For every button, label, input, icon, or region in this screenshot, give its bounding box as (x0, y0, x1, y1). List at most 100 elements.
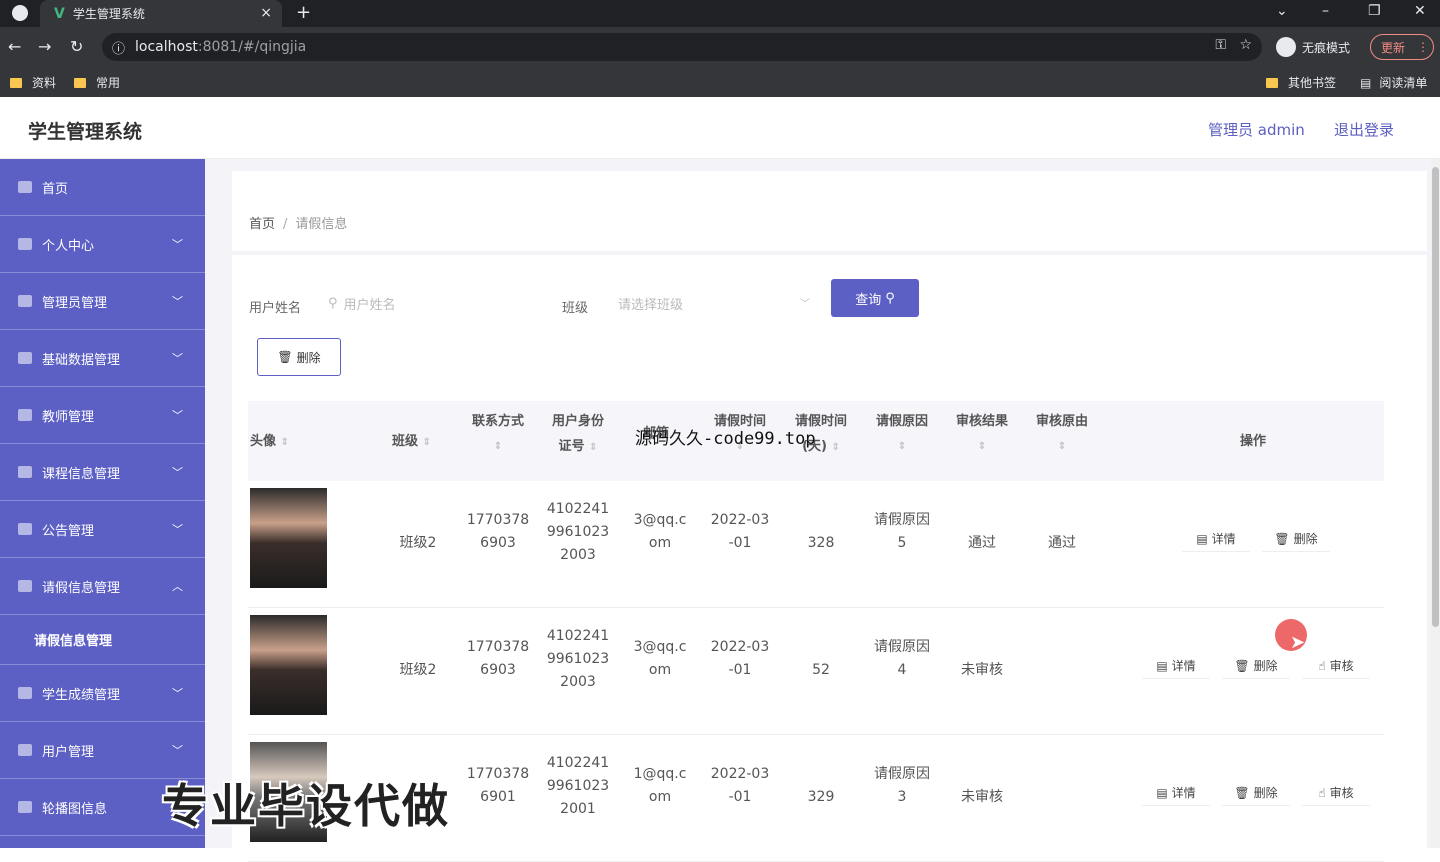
delete-button[interactable]: 🗑 删除 (1222, 653, 1290, 679)
thumb-up-icon: ☝ (1318, 785, 1326, 800)
site-info-icon[interactable]: ⓘ (112, 38, 125, 57)
app-header: 学生管理系统 管理员 admin 退出登录 (0, 97, 1440, 159)
sort-icon: ⇕ (422, 437, 431, 448)
header-result[interactable]: 审核结果 ⇕ (950, 409, 1014, 459)
sidebar-item-course[interactable]: 课程信息管理 ﹀ (0, 444, 205, 501)
key-icon[interactable]: ⚿ (1215, 37, 1226, 53)
restore-icon[interactable]: ❐ (1368, 3, 1381, 19)
admin-user-link[interactable]: 管理员 admin (1208, 119, 1305, 140)
query-button-label: 查询 (855, 292, 882, 308)
sort-icon: ⇕ (831, 442, 840, 453)
new-tab-button[interactable]: + (296, 2, 311, 23)
bookmarks-bar: 资料 常用 其他书签 ▤ 阅读清单 (0, 67, 1440, 97)
cell-phone: 1770378 6901 (466, 763, 530, 809)
cell-date: 2022-03 -01 (708, 763, 772, 809)
trash-icon: 🗑 (1234, 658, 1250, 673)
bookmark-star-icon[interactable]: ☆ (1239, 37, 1252, 53)
teacher-icon (18, 409, 32, 421)
delete-button[interactable]: 🗑 删除 (1262, 526, 1330, 552)
scrollbar-thumb[interactable] (1432, 167, 1439, 627)
cell-text: 3@qq.c (633, 639, 687, 655)
sidebar-item-teacher[interactable]: 教师管理 ﹀ (0, 387, 205, 444)
delete-button[interactable]: 🗑 删除 (1222, 780, 1290, 806)
tab-close-icon[interactable]: × (260, 5, 272, 21)
page-scrollbar[interactable] (1431, 159, 1440, 848)
header-class[interactable]: 班级 ⇕ (392, 429, 431, 455)
bookmark-folder-1[interactable]: 资料 (10, 74, 56, 91)
sidebar-item-base-data[interactable]: 基础数据管理 ﹀ (0, 330, 205, 387)
trash-icon: 🗑 (277, 350, 293, 364)
browser-tab[interactable]: V 学生管理系统 × (40, 0, 282, 27)
minimize-icon[interactable]: – (1322, 3, 1329, 19)
sidebar-item-grades[interactable]: 学生成绩管理 ﹀ (0, 665, 205, 722)
cell-email: 3@qq.c om (628, 509, 692, 555)
sidebar-subitem-leave-management[interactable]: 请假信息管理 (0, 615, 205, 665)
folder-icon (74, 77, 86, 88)
cell-text: 1770378 (466, 766, 530, 782)
cell-idcard: 4102241 9961023 2003 (546, 625, 610, 694)
table-row: 班级2 1770378 6903 4102241 9961023 2003 3@qq.… (248, 608, 1384, 735)
update-button[interactable]: 更新 ⋮ (1370, 34, 1434, 60)
detail-button[interactable]: ▤ 详情 (1142, 780, 1210, 806)
sidebar-item-label: 基础数据管理 (42, 352, 121, 368)
name-search-placeholder: 用户姓名 (343, 297, 396, 313)
carousel-icon (18, 801, 32, 813)
browser-tab-bar: V 学生管理系统 × + ⌄ – ❐ ✕ (0, 0, 1440, 27)
chevron-down-icon: ﹀ (172, 744, 183, 757)
batch-delete-label: 删除 (296, 350, 321, 365)
forward-icon[interactable]: → (38, 37, 51, 56)
breadcrumb-container: 首页 / 请假信息 (232, 171, 1427, 251)
header-why[interactable]: 审核原由 ⇕ (1030, 409, 1094, 459)
incognito-indicator[interactable]: 无痕模式 (1276, 37, 1350, 57)
sort-icon: ⇕ (589, 442, 598, 453)
mouse-cursor-icon: ➤ (1290, 632, 1306, 653)
tab-search-icon[interactable]: ⌄ (1276, 3, 1288, 19)
sidebar-item-personal-center[interactable]: 个人中心 ﹀ (0, 216, 205, 273)
document-icon: ▤ (1156, 658, 1168, 673)
cell-days: 328 (807, 535, 835, 551)
cell-reason: 请假原因 3 (870, 763, 934, 809)
header-avatar[interactable]: 头像 ⇕ (250, 429, 289, 455)
batch-delete-button[interactable]: 🗑 删除 (257, 338, 341, 376)
bookmark-label: 资料 (32, 76, 57, 90)
cell-reason: 请假原因 4 (870, 636, 934, 682)
review-button[interactable]: ☝ 审核 (1302, 653, 1370, 679)
cell-text: 1770378 (466, 639, 530, 655)
detail-button[interactable]: ▤ 详情 (1142, 653, 1210, 679)
detail-button[interactable]: ▤ 详情 (1182, 526, 1250, 552)
review-button[interactable]: ☝ 审核 (1302, 780, 1370, 806)
tab-title: 学生管理系统 (72, 7, 145, 21)
sidebar-item-label: 个人中心 (42, 238, 95, 254)
cell-text: 2022-03 (710, 766, 770, 782)
url-input[interactable]: ⓘ localhost :8081/#/qingjia ⚿ ☆ (102, 33, 1262, 61)
data-icon (18, 352, 32, 364)
name-search-input[interactable]: ⚲ 用户姓名 (328, 285, 528, 321)
sidebar-item-leave[interactable]: 请假信息管理 ︿ (0, 558, 205, 615)
back-icon[interactable]: ← (8, 37, 21, 56)
cell-text: 请假原因 (874, 766, 930, 782)
op-label: 删除 (1293, 532, 1318, 546)
class-select[interactable]: 请选择班级 ﹀ (618, 285, 810, 321)
incognito-icon (1276, 37, 1296, 57)
cell-text: 2001 (560, 801, 596, 817)
header-reason[interactable]: 请假原因 ⇕ (870, 409, 934, 459)
name-filter-label: 用户姓名 (249, 301, 302, 316)
header-contact[interactable]: 联系方式 ⇕ (466, 409, 530, 459)
logout-link[interactable]: 退出登录 (1334, 119, 1394, 140)
query-button[interactable]: 查询 ⚲ (831, 279, 919, 317)
search-icon: ⚲ (885, 290, 895, 306)
sidebar-item-notice[interactable]: 公告管理 ﹀ (0, 501, 205, 558)
sidebar-item-home[interactable]: 首页 (0, 159, 205, 216)
reload-icon[interactable]: ↻ (70, 37, 83, 56)
more-menu-icon: ⋮ (1417, 40, 1430, 54)
cell-text: 6903 (480, 662, 516, 678)
document-icon: ▤ (1156, 785, 1168, 800)
cell-date: 2022-03 -01 (708, 636, 772, 682)
close-window-icon[interactable]: ✕ (1414, 3, 1426, 19)
header-idcard[interactable]: 用户身份 证号 ⇕ (546, 409, 610, 460)
sidebar-item-admin-management[interactable]: 管理员管理 ﹀ (0, 273, 205, 330)
reading-list[interactable]: ▤ 阅读清单 (1360, 74, 1427, 91)
other-bookmarks[interactable]: 其他书签 (1266, 74, 1336, 91)
breadcrumb-home[interactable]: 首页 (249, 217, 275, 232)
bookmark-folder-2[interactable]: 常用 (74, 74, 120, 91)
